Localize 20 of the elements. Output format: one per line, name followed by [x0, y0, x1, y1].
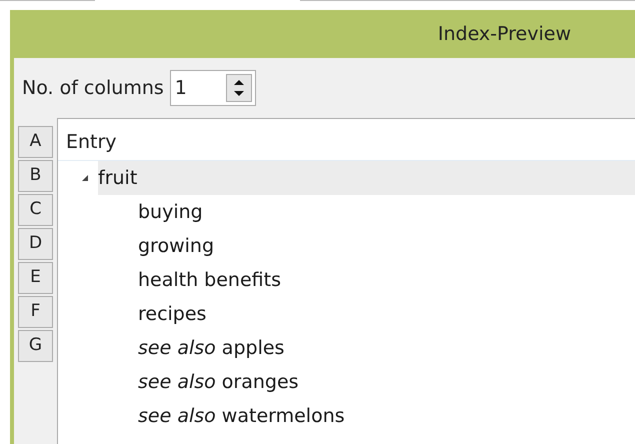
tree-item[interactable]: growing	[138, 229, 635, 263]
letter-button[interactable]: A	[18, 126, 53, 158]
tree-item[interactable]: recipes	[138, 297, 635, 331]
spinner-arrows-icon[interactable]	[226, 74, 252, 102]
columns-spinner[interactable]: 1	[170, 70, 256, 106]
letter-button[interactable]: B	[18, 160, 53, 192]
tree-item[interactable]: health benefits	[138, 263, 635, 297]
letter-button[interactable]: G	[18, 330, 53, 362]
expander-icon[interactable]	[81, 174, 89, 182]
tree-item[interactable]: see also watermelons	[138, 399, 635, 433]
columns-label: No. of columns	[22, 76, 164, 101]
panel-title: Index-Preview	[438, 22, 571, 47]
letter-button[interactable]: D	[18, 228, 53, 260]
tree-item[interactable]: see also apples	[138, 331, 635, 365]
tree-item[interactable]: see also oranges	[138, 365, 635, 399]
tree-item[interactable]: buying	[138, 195, 635, 229]
tree-item[interactable]: fruit	[98, 161, 635, 195]
letter-button[interactable]: C	[18, 194, 53, 226]
letter-button[interactable]: E	[18, 262, 53, 294]
letter-button[interactable]: F	[18, 296, 53, 328]
